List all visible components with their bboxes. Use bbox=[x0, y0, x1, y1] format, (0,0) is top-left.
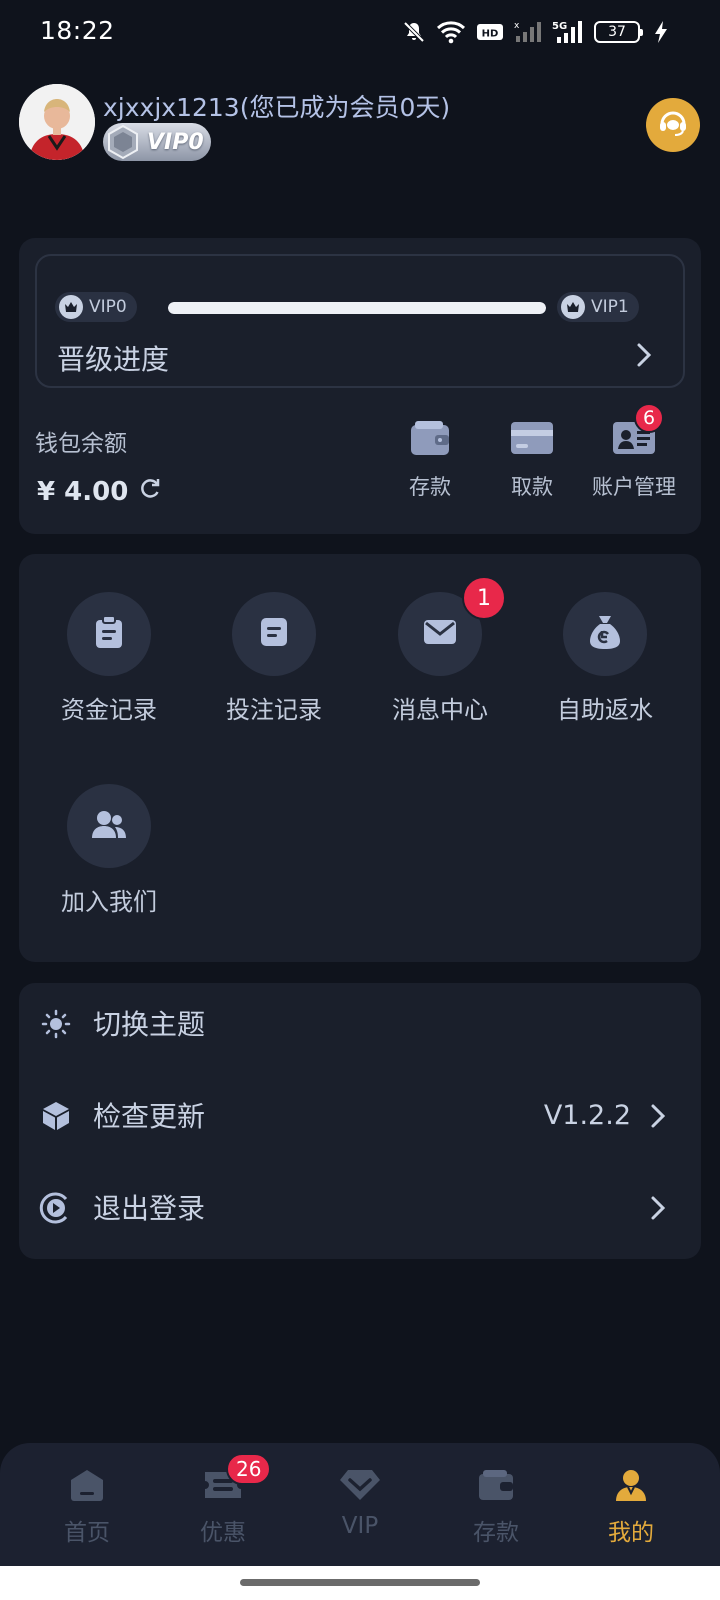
svg-text:5G: 5G bbox=[552, 21, 567, 32]
withdraw-button[interactable]: 取款 bbox=[482, 413, 582, 501]
menu-item-fund-records[interactable]: 资金记录 bbox=[24, 592, 194, 725]
logout-label: 退出登录 bbox=[93, 1192, 206, 1225]
level-progress-box[interactable]: VIP0 VIP1 晋级进度 bbox=[35, 254, 685, 388]
svg-text:x: x bbox=[514, 21, 520, 31]
message-badge: 1 bbox=[462, 576, 506, 620]
check-update-label: 检查更新 bbox=[93, 1100, 206, 1133]
feature-menu-card: 资金记录 投注记录 1 消息中心 自助返水 加入我们 bbox=[19, 554, 701, 962]
menu-item-label: 投注记录 bbox=[226, 696, 322, 724]
mute-bell-icon bbox=[402, 20, 426, 44]
nav-label: 优惠 bbox=[200, 1520, 246, 1546]
promotions-badge: 26 bbox=[226, 1453, 272, 1485]
card-icon bbox=[482, 413, 582, 463]
balance-value: ¥ 4.00 bbox=[37, 476, 129, 507]
diamond-icon bbox=[305, 1463, 415, 1507]
menu-item-bet-records[interactable]: 投注记录 bbox=[189, 592, 359, 725]
menu-item-label: 资金记录 bbox=[61, 696, 157, 724]
nav-home[interactable]: 首页 bbox=[32, 1463, 142, 1547]
wallet-icon bbox=[441, 1463, 551, 1507]
level-progress-bar bbox=[168, 302, 546, 314]
logout-icon bbox=[39, 1191, 73, 1225]
level-progress-fill bbox=[168, 302, 546, 314]
menu-item-self-rebate[interactable]: 自助返水 bbox=[520, 592, 690, 725]
signal-5g-icon: 5G bbox=[552, 19, 584, 45]
svg-text:HD: HD bbox=[482, 29, 499, 40]
chevron-right-icon bbox=[635, 342, 653, 372]
mail-icon bbox=[423, 619, 457, 649]
wifi-icon bbox=[436, 20, 466, 44]
nav-label: VIP bbox=[341, 1513, 379, 1539]
crown-icon bbox=[561, 295, 585, 319]
balance-label: 钱包余额 bbox=[35, 431, 127, 457]
menu-item-label: 自助返水 bbox=[557, 696, 653, 724]
clipboard-icon bbox=[94, 615, 124, 653]
menu-item-label: 消息中心 bbox=[392, 696, 488, 724]
nav-vip[interactable]: VIP bbox=[305, 1463, 415, 1539]
status-bar: 18:22 HD x 5G 37 bbox=[0, 0, 720, 64]
status-time: 18:22 bbox=[40, 16, 115, 45]
home-indicator[interactable] bbox=[240, 1579, 480, 1586]
nav-mine[interactable]: 我的 bbox=[576, 1463, 686, 1547]
logout-row[interactable]: 退出登录 bbox=[19, 1177, 701, 1237]
account-management-label: 账户管理 bbox=[592, 475, 676, 499]
nav-label: 我的 bbox=[608, 1520, 654, 1546]
signal-icon: x bbox=[514, 20, 542, 44]
settings-card: 切换主题 检查更新 V1.2.2 退出登录 bbox=[19, 983, 701, 1259]
battery-level: 37 bbox=[608, 24, 626, 40]
money-bag-icon bbox=[588, 614, 622, 654]
menu-item-label: 加入我们 bbox=[61, 888, 157, 916]
crown-icon bbox=[59, 295, 83, 319]
document-icon bbox=[259, 616, 289, 652]
bottom-navigation: 首页 优惠 26 VIP 存款 我的 bbox=[0, 1443, 720, 1566]
charging-icon bbox=[654, 20, 668, 44]
current-level-chip: VIP0 bbox=[55, 292, 137, 322]
account-badge: 6 bbox=[634, 403, 664, 433]
withdraw-label: 取款 bbox=[511, 475, 553, 499]
switch-theme-row[interactable]: 切换主题 bbox=[19, 993, 701, 1053]
sun-icon bbox=[39, 1007, 73, 1041]
vip-hex-icon bbox=[105, 124, 141, 166]
nav-deposit[interactable]: 存款 bbox=[441, 1463, 551, 1547]
next-level-label: VIP1 bbox=[591, 297, 629, 317]
nav-label: 存款 bbox=[473, 1520, 519, 1546]
chevron-right-icon bbox=[649, 1103, 667, 1133]
wallet-card: VIP0 VIP1 晋级进度 钱包余额 ¥ 4.00 存款 取款 账户管理 6 bbox=[19, 238, 701, 534]
customer-support-button[interactable] bbox=[646, 98, 700, 152]
app-version: V1.2.2 bbox=[543, 1099, 631, 1131]
wallet-icon bbox=[380, 413, 480, 463]
vip-level-badge: VIP0 bbox=[103, 123, 211, 161]
avatar[interactable] bbox=[19, 84, 95, 160]
deposit-label: 存款 bbox=[409, 475, 451, 499]
current-level-label: VIP0 bbox=[89, 297, 127, 317]
deposit-button[interactable]: 存款 bbox=[380, 413, 480, 501]
upgrade-progress-label: 晋级进度 bbox=[57, 343, 170, 376]
refresh-icon[interactable] bbox=[138, 476, 162, 507]
menu-item-join-us[interactable]: 加入我们 bbox=[24, 784, 194, 917]
user-icon bbox=[576, 1463, 686, 1507]
account-management-button[interactable]: 账户管理 6 bbox=[584, 403, 684, 501]
nav-label: 首页 bbox=[64, 1520, 110, 1546]
chevron-right-icon bbox=[649, 1195, 667, 1225]
headset-icon bbox=[657, 107, 689, 143]
battery-icon: 37 bbox=[594, 21, 643, 43]
status-icons: HD x 5G 37 bbox=[402, 16, 668, 48]
hd-icon: HD bbox=[476, 21, 504, 43]
check-update-row[interactable]: 检查更新 V1.2.2 bbox=[19, 1085, 701, 1145]
nav-promotions[interactable]: 优惠 26 bbox=[168, 1453, 278, 1547]
switch-theme-label: 切换主题 bbox=[93, 1008, 206, 1041]
vip-level-text: VIP0 bbox=[147, 129, 204, 155]
users-icon bbox=[91, 809, 127, 843]
menu-item-message-center[interactable]: 1 消息中心 bbox=[355, 576, 525, 725]
balance-value-row: ¥ 4.00 bbox=[37, 476, 162, 507]
home-icon bbox=[32, 1463, 142, 1507]
next-level-chip: VIP1 bbox=[557, 292, 639, 322]
username: xjxxjx1213(您已成为会员0天) bbox=[103, 93, 451, 122]
cube-icon bbox=[39, 1099, 73, 1133]
